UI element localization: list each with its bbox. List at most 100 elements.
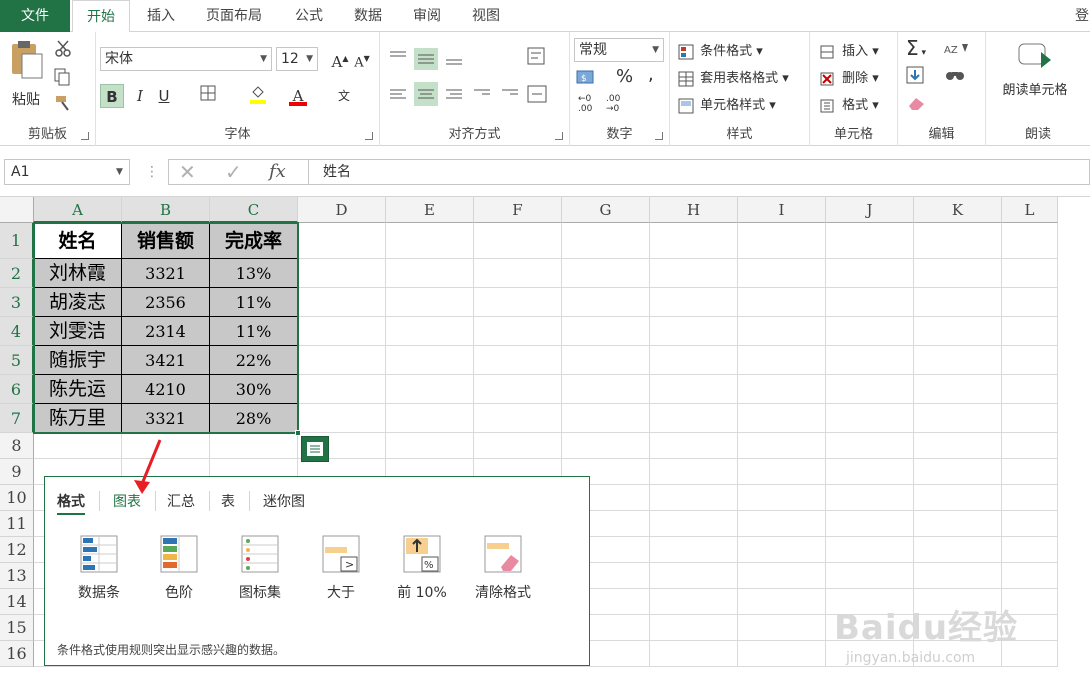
cell[interactable] — [738, 259, 826, 288]
cell[interactable] — [914, 485, 1002, 511]
insert-cells-button[interactable]: 插入 ▾ — [820, 40, 879, 60]
clipboard-launcher-icon[interactable] — [81, 132, 89, 140]
cell[interactable] — [562, 433, 650, 459]
cell[interactable] — [1002, 459, 1058, 485]
cell[interactable] — [650, 404, 738, 433]
cell[interactable] — [826, 317, 914, 346]
cell[interactable] — [914, 511, 1002, 537]
qa-icon-set[interactable]: 图标集 — [228, 535, 292, 602]
cell[interactable] — [650, 485, 738, 511]
column-header[interactable]: E — [386, 197, 474, 223]
row-header[interactable]: 3 — [0, 288, 34, 317]
decrease-decimal-button[interactable]: .00 →0 — [606, 94, 620, 114]
font-family-select[interactable]: 宋体 ▼ — [100, 47, 272, 71]
cell[interactable] — [298, 375, 386, 404]
cell[interactable] — [738, 223, 826, 259]
sort-filter-icon[interactable]: AZ — [942, 40, 976, 58]
cell[interactable] — [386, 259, 474, 288]
format-painter-icon[interactable] — [54, 94, 74, 112]
cell[interactable] — [914, 317, 1002, 346]
cell[interactable] — [650, 433, 738, 459]
row-header[interactable]: 15 — [0, 615, 34, 641]
cell[interactable] — [1002, 433, 1058, 459]
cell[interactable] — [298, 223, 386, 259]
qa-tab-sparklines[interactable]: 迷你图 — [263, 491, 305, 511]
font-launcher-icon[interactable] — [365, 132, 373, 140]
cell[interactable] — [650, 223, 738, 259]
phonetic-button[interactable]: 文 — [332, 84, 356, 108]
cell[interactable] — [914, 288, 1002, 317]
table-cell[interactable]: 胡凌志 — [34, 288, 122, 317]
table-cell[interactable]: 刘林霞 — [34, 259, 122, 288]
table-cell[interactable]: 随振宇 — [34, 346, 122, 375]
currency-icon[interactable]: $ — [576, 68, 602, 88]
table-cell[interactable]: 陈先运 — [34, 375, 122, 404]
cell[interactable] — [298, 259, 386, 288]
increase-decimal-button[interactable]: ←0.00 — [578, 94, 592, 114]
cell[interactable] — [474, 404, 562, 433]
cell[interactable] — [210, 433, 298, 459]
cell[interactable] — [738, 317, 826, 346]
select-all-corner[interactable] — [0, 197, 34, 223]
cell[interactable] — [738, 589, 826, 615]
cell[interactable] — [826, 433, 914, 459]
cell[interactable] — [914, 563, 1002, 589]
tab-insert[interactable]: 插入 — [136, 0, 186, 32]
cell[interactable] — [826, 223, 914, 259]
row-header[interactable]: 9 — [0, 459, 34, 485]
alignment-launcher-icon[interactable] — [555, 132, 563, 140]
cell[interactable] — [826, 288, 914, 317]
cell[interactable] — [826, 485, 914, 511]
cell[interactable] — [914, 346, 1002, 375]
fill-icon[interactable] — [906, 66, 928, 86]
row-header[interactable]: 1 — [0, 223, 34, 259]
cell[interactable] — [650, 615, 738, 641]
cell[interactable] — [826, 259, 914, 288]
cell[interactable] — [738, 288, 826, 317]
cell[interactable] — [562, 375, 650, 404]
table-cell[interactable]: 22% — [210, 346, 298, 375]
cell[interactable] — [386, 346, 474, 375]
row-header[interactable]: 10 — [0, 485, 34, 511]
column-header[interactable]: L — [1002, 197, 1058, 223]
table-header-cell[interactable]: 完成率 — [210, 223, 298, 259]
table-header-cell[interactable]: 姓名 — [34, 223, 122, 259]
format-cells-button[interactable]: 格式 ▾ — [820, 94, 879, 114]
column-header[interactable]: G — [562, 197, 650, 223]
cell[interactable] — [386, 317, 474, 346]
italic-button[interactable]: I — [128, 84, 152, 108]
cell[interactable] — [386, 288, 474, 317]
cell[interactable] — [914, 404, 1002, 433]
cell[interactable] — [738, 459, 826, 485]
table-cell[interactable]: 陈万里 — [34, 404, 122, 433]
formula-input[interactable]: 姓名 — [308, 159, 1090, 185]
column-header[interactable]: B — [122, 197, 210, 223]
merge-center-icon[interactable] — [526, 84, 554, 106]
shrink-font-button[interactable]: A▼ — [350, 47, 374, 71]
cell[interactable] — [1002, 259, 1058, 288]
cell[interactable] — [650, 259, 738, 288]
row-header[interactable]: 5 — [0, 346, 34, 375]
cell[interactable] — [738, 346, 826, 375]
column-header[interactable]: F — [474, 197, 562, 223]
cell[interactable] — [562, 346, 650, 375]
cancel-icon[interactable]: ✕ — [179, 160, 196, 184]
alignment-icons[interactable] — [386, 46, 546, 116]
cell[interactable] — [1002, 563, 1058, 589]
table-cell[interactable]: 3321 — [122, 404, 210, 433]
quick-analysis-button[interactable] — [301, 436, 329, 462]
cell[interactable] — [650, 511, 738, 537]
cell[interactable] — [1002, 485, 1058, 511]
wrap-text-icon[interactable] — [526, 46, 550, 70]
comma-button[interactable]: , — [648, 64, 654, 85]
row-header[interactable]: 7 — [0, 404, 34, 433]
table-cell[interactable]: 2356 — [122, 288, 210, 317]
cell[interactable] — [650, 317, 738, 346]
cell[interactable] — [1002, 375, 1058, 404]
enter-check-icon[interactable]: ✓ — [225, 160, 242, 184]
table-cell[interactable]: 3321 — [122, 259, 210, 288]
conditional-format-button[interactable]: 条件格式 ▾ — [678, 40, 763, 60]
cell[interactable] — [298, 317, 386, 346]
cell[interactable] — [738, 404, 826, 433]
column-header[interactable]: D — [298, 197, 386, 223]
